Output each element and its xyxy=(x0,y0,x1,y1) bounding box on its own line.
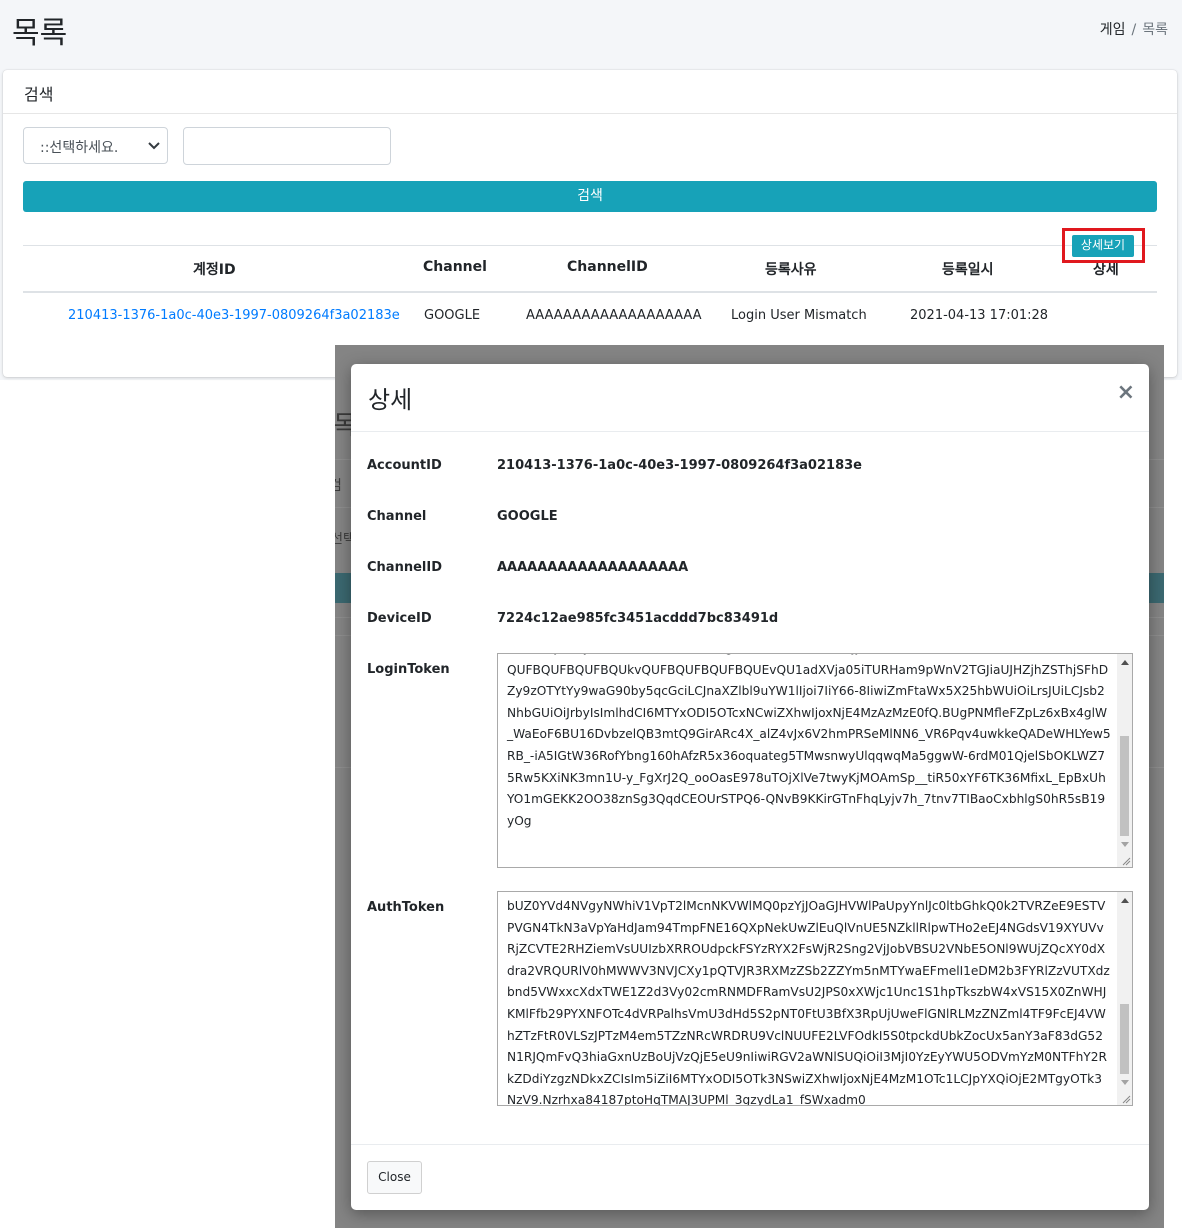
cell-reason: Login User Mismatch xyxy=(731,308,867,323)
channel-id-value: AAAAAAAAAAAAAAAAAAA xyxy=(497,560,689,575)
breadcrumb-item-game[interactable]: 게임 xyxy=(1100,22,1126,38)
device-id-label: DeviceID xyxy=(367,611,432,626)
cell-date: 2021-04-13 17:01:28 xyxy=(910,308,1049,323)
login-token-label: LoginToken xyxy=(367,662,450,677)
view-detail-button[interactable]: 상세보기 xyxy=(1072,235,1134,257)
search-card-title: 검색 xyxy=(24,85,54,104)
chevron-down-icon xyxy=(148,142,160,150)
page-title: 목록 xyxy=(12,16,68,51)
search-card-header: 검색 xyxy=(3,70,1177,114)
auth-token-text: bUZ0YVd4NVgyNWhiV1VpT2lMcnNKVWlMQ0pzYjJO… xyxy=(507,899,1110,1106)
auth-token-label: AuthToken xyxy=(367,900,445,915)
column-header-account-id: 계정ID xyxy=(193,262,236,278)
table-header-border xyxy=(23,291,1157,293)
breadcrumb-item-list: 목록 xyxy=(1142,22,1168,38)
account-id-label: AccountID xyxy=(367,458,442,473)
search-card: 검색 ::선택하세요. 검색 계정ID Channel ChannelID 등록… xyxy=(3,70,1177,377)
close-icon[interactable]: × xyxy=(1117,380,1135,405)
login-token-scrollbar[interactable] xyxy=(1117,654,1132,867)
column-header-date: 등록일시 xyxy=(942,262,994,278)
account-id-value: 210413-1376-1a0c-40e3-1997-0809264f3a021… xyxy=(497,458,862,473)
scroll-up-arrow-icon[interactable] xyxy=(1121,898,1129,903)
search-input[interactable] xyxy=(183,127,391,165)
login-token-textarea[interactable]: 8IiwicGljdHVyZSI6Imh0dHBzOi8vbGg1Lmdvb2d… xyxy=(497,653,1133,868)
search-type-select[interactable]: ::선택하세요. xyxy=(23,127,168,164)
column-header-channel-id: ChannelID xyxy=(567,259,648,275)
breadcrumb: 게임 / 목록 xyxy=(1100,19,1168,39)
resize-grip-icon[interactable] xyxy=(1121,856,1131,866)
column-header-channel: Channel xyxy=(423,259,487,275)
scroll-down-arrow-icon[interactable] xyxy=(1121,842,1129,847)
ghost-card-header: 검 xyxy=(335,478,342,494)
breadcrumb-separator: / xyxy=(1131,22,1137,38)
channel-value: GOOGLE xyxy=(497,509,558,524)
scroll-up-arrow-icon[interactable] xyxy=(1121,660,1129,665)
detail-modal: 상세 × AccountID 210413-1376-1a0c-40e3-199… xyxy=(351,364,1149,1210)
resize-grip-icon[interactable] xyxy=(1121,1094,1131,1104)
cell-channel-id: AAAAAAAAAAAAAAAAAAA xyxy=(526,308,702,323)
channel-label: Channel xyxy=(367,509,427,524)
cell-account-id-link[interactable]: 210413-1376-1a0c-40e3-1997-0809264f3a021… xyxy=(68,308,400,323)
scrollbar-thumb[interactable] xyxy=(1120,736,1129,836)
search-button[interactable]: 검색 xyxy=(23,181,1157,212)
modal-title: 상세 xyxy=(368,386,413,414)
modal-header: 상세 × xyxy=(351,364,1149,432)
scroll-down-arrow-icon[interactable] xyxy=(1121,1080,1129,1085)
column-header-reason: 등록사유 xyxy=(765,262,817,278)
search-type-select-value: ::선택하세요. xyxy=(40,140,119,156)
cell-channel: GOOGLE xyxy=(424,308,481,323)
auth-token-scrollbar[interactable] xyxy=(1117,892,1132,1105)
close-button[interactable]: Close xyxy=(367,1161,422,1194)
device-id-value: 7224c12ae985fc3451acddd7bc83491d xyxy=(497,611,779,626)
auth-token-textarea[interactable]: bUZ0YVd4NVgyNWhiV1VpT2lMcnNKVWlMQ0pzYjJO… xyxy=(497,891,1133,1106)
table-top-border xyxy=(23,245,1157,246)
channel-id-label: ChannelID xyxy=(367,560,442,575)
login-token-text: 8IiwicGljdHVyZSI6Imh0dHBzOi8vbGg1Lmdvb2d… xyxy=(507,654,1111,828)
modal-footer-divider xyxy=(351,1144,1149,1145)
scrollbar-thumb[interactable] xyxy=(1120,1004,1129,1074)
